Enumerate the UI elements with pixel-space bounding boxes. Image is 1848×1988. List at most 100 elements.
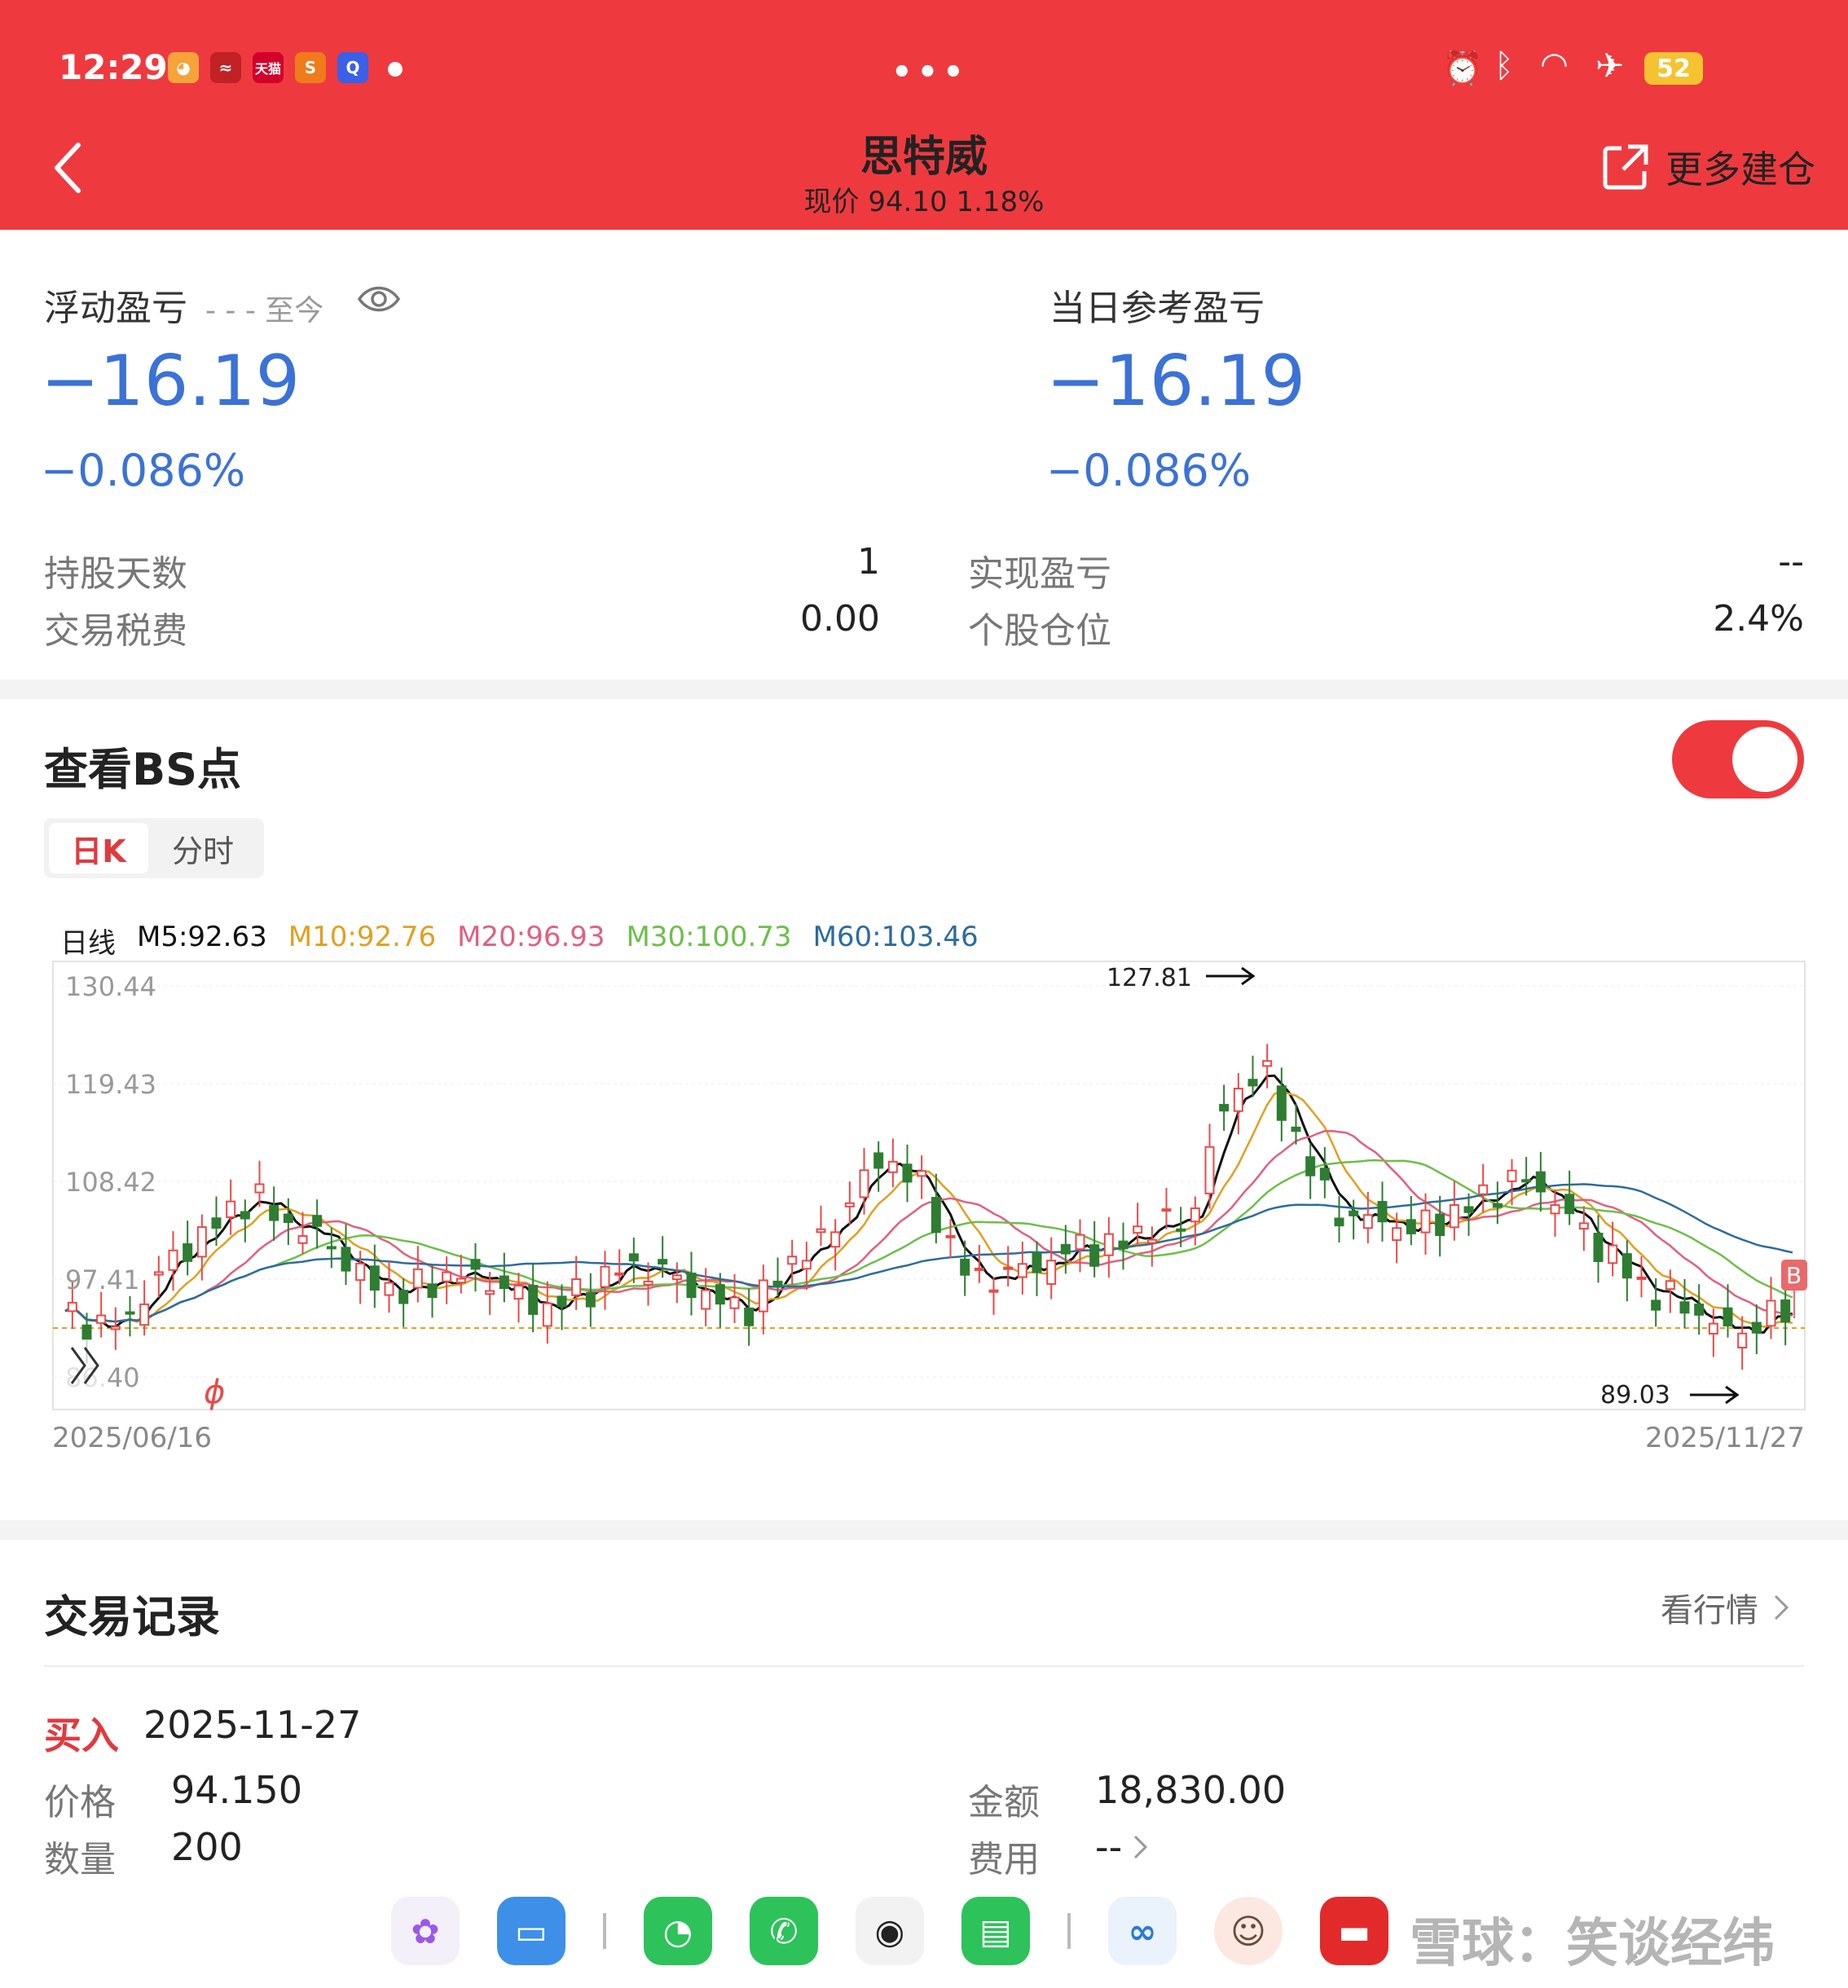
candle-down bbox=[81, 1324, 92, 1341]
candle-down bbox=[528, 1284, 539, 1315]
bs-section-title: 查看BS点 bbox=[44, 744, 242, 795]
candle-up bbox=[1737, 1332, 1748, 1348]
dock-separator bbox=[603, 1913, 606, 1949]
candle-up bbox=[254, 1183, 265, 1194]
candle-up bbox=[830, 1231, 841, 1248]
position-label: 个股仓位 bbox=[968, 610, 1111, 652]
more-build-button[interactable]: 更多建仓 bbox=[1600, 140, 1815, 194]
more-build-label: 更多建仓 bbox=[1665, 147, 1815, 191]
avatar-app-icon[interactable]: ☺ bbox=[1214, 1897, 1283, 1965]
candle-down bbox=[341, 1247, 351, 1272]
eye-icon[interactable] bbox=[357, 280, 401, 321]
camera-app-icon[interactable]: ◉ bbox=[856, 1897, 924, 1965]
candle-down bbox=[1089, 1244, 1100, 1267]
candle-up bbox=[139, 1303, 150, 1326]
fees-label: 交易税费 bbox=[44, 610, 187, 652]
status-app-icon: S bbox=[295, 52, 326, 83]
candle-down bbox=[686, 1272, 697, 1299]
files-app-icon[interactable]: ▭ bbox=[497, 1897, 565, 1965]
candle-up bbox=[1420, 1209, 1431, 1234]
candle-down bbox=[1492, 1203, 1503, 1208]
tab-intraday[interactable]: 分时 bbox=[153, 823, 253, 873]
more-dots-icon[interactable]: ••• bbox=[891, 54, 969, 91]
alarm-icon: ⏰ bbox=[1442, 50, 1483, 87]
messages-app-icon[interactable]: ▤ bbox=[961, 1897, 1030, 1965]
fee-label: 费用 bbox=[968, 1839, 1040, 1880]
candle-down bbox=[1751, 1322, 1762, 1334]
amount-value: 18,830.00 bbox=[1095, 1768, 1287, 1812]
candle-up bbox=[226, 1200, 236, 1218]
candle-down bbox=[1291, 1126, 1301, 1133]
chart-tabs: 日K 分时 bbox=[44, 818, 264, 878]
candle-up bbox=[355, 1262, 366, 1282]
candle-down bbox=[1032, 1252, 1042, 1273]
candle-up bbox=[1507, 1169, 1517, 1182]
candle-down bbox=[1535, 1171, 1546, 1193]
candle-up bbox=[1449, 1204, 1459, 1229]
candle-down bbox=[1060, 1243, 1071, 1255]
expand-chevrons-icon[interactable] bbox=[62, 1339, 108, 1396]
candle-up bbox=[1075, 1234, 1085, 1251]
daily-pl-value: −16.19 bbox=[1046, 341, 1306, 422]
arrow-right-icon bbox=[1690, 1385, 1740, 1405]
gallery-app-icon[interactable]: ✿ bbox=[391, 1897, 460, 1965]
candle-up bbox=[1046, 1260, 1057, 1285]
candle-down bbox=[369, 1265, 380, 1291]
low-annotation: 89.03 bbox=[1600, 1381, 1670, 1410]
fee-value[interactable]: -- bbox=[1095, 1825, 1150, 1869]
candle-up bbox=[887, 1160, 898, 1173]
tab-daily-k[interactable]: 日K bbox=[49, 823, 148, 873]
browser-app-icon[interactable]: ∞ bbox=[1108, 1897, 1177, 1965]
candle-down bbox=[1377, 1201, 1388, 1223]
candle-up bbox=[442, 1271, 452, 1282]
phone-app-icon[interactable]: ✆ bbox=[750, 1897, 818, 1965]
trade-record-title: 交易记录 bbox=[44, 1591, 220, 1643]
candle-up bbox=[701, 1289, 711, 1310]
candle-down bbox=[1651, 1300, 1661, 1311]
bs-toggle[interactable] bbox=[1672, 720, 1804, 798]
candle-down bbox=[1319, 1168, 1330, 1181]
candle-down bbox=[1435, 1213, 1445, 1237]
candle-down bbox=[1406, 1219, 1416, 1234]
view-market-link[interactable]: 看行情 bbox=[1661, 1584, 1791, 1631]
candle-up bbox=[1146, 1238, 1157, 1244]
candle-up bbox=[1161, 1208, 1172, 1212]
candle-up bbox=[1550, 1204, 1560, 1215]
qty-label: 数量 bbox=[44, 1839, 116, 1880]
candle-up bbox=[801, 1260, 812, 1270]
candle-down bbox=[470, 1259, 481, 1270]
candle-down bbox=[1305, 1156, 1316, 1177]
hold-days-value: 1 bbox=[857, 541, 880, 583]
realized-value: -- bbox=[1778, 541, 1804, 583]
dock-separator bbox=[1067, 1913, 1071, 1949]
candle-down bbox=[183, 1242, 193, 1262]
floating-pl-value: −16.19 bbox=[41, 341, 301, 422]
candlestick-chart[interactable]: 130.44119.43108.4297.4186.40 127.81 89.0… bbox=[49, 953, 1809, 1458]
section-divider bbox=[0, 680, 1848, 699]
floating-pl-percent: −0.086% bbox=[41, 445, 246, 496]
candle-up bbox=[1133, 1225, 1143, 1234]
candle-down bbox=[1247, 1079, 1258, 1087]
candle-up bbox=[67, 1301, 77, 1313]
candle-up bbox=[196, 1226, 207, 1258]
candle-up bbox=[571, 1278, 582, 1296]
candle-up bbox=[1262, 1060, 1273, 1067]
candle-up bbox=[1103, 1233, 1114, 1256]
stock-app-icon[interactable]: ▬ bbox=[1320, 1897, 1388, 1965]
candle-down bbox=[1118, 1240, 1129, 1250]
candle-up bbox=[1362, 1214, 1373, 1229]
candle-down bbox=[960, 1258, 970, 1276]
fees-value: 0.00 bbox=[800, 598, 880, 640]
fee-value-text: -- bbox=[1095, 1825, 1123, 1869]
wechat-app-icon[interactable]: ◔ bbox=[644, 1897, 712, 1965]
candle-up bbox=[1478, 1184, 1489, 1195]
external-link-icon bbox=[1603, 144, 1648, 190]
candle-up bbox=[485, 1290, 495, 1295]
y-tick-label: 97.41 bbox=[65, 1264, 140, 1295]
divider bbox=[44, 1665, 1804, 1667]
candle-down bbox=[1276, 1085, 1287, 1121]
candle-down bbox=[931, 1197, 941, 1234]
candle-up bbox=[816, 1228, 826, 1234]
candle-down bbox=[1679, 1301, 1690, 1314]
price-label: 价格 bbox=[44, 1782, 116, 1823]
